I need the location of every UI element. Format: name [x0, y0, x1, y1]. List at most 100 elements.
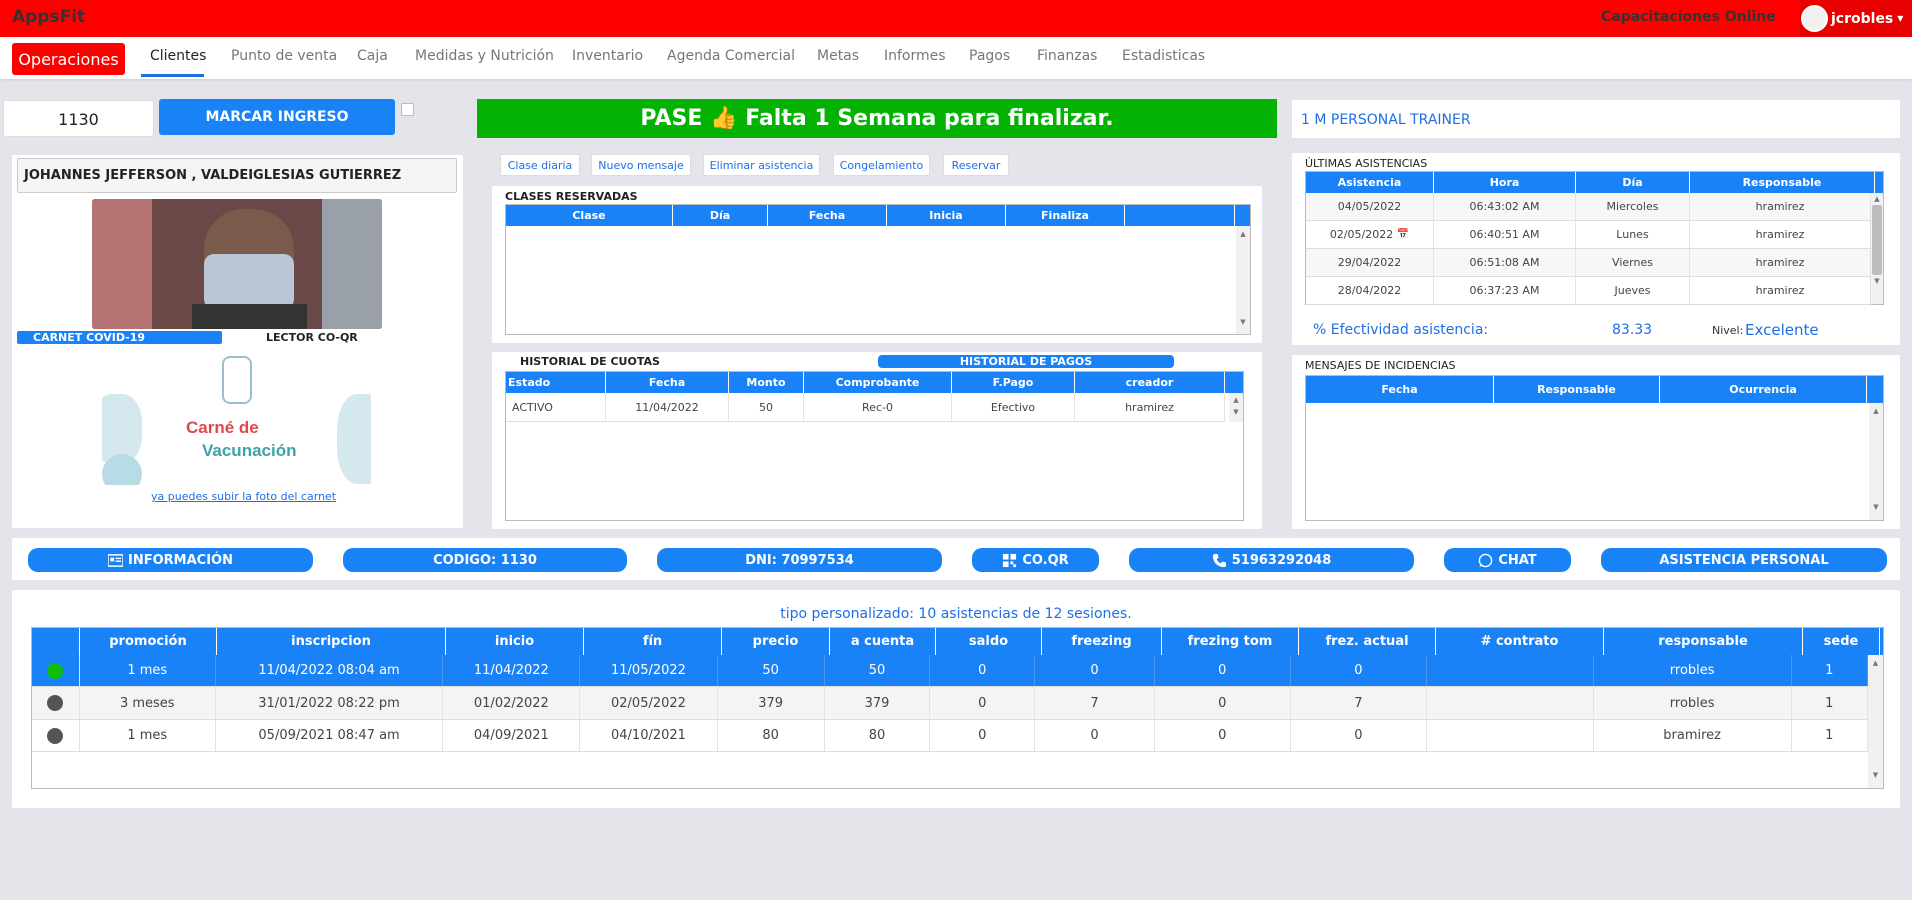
clases-scrollbar[interactable]: ▲ ▼ [1236, 226, 1250, 334]
incidencias-table: Fecha Responsable Ocurrencia ▲ ▼ [1305, 375, 1884, 521]
congelamiento-button[interactable]: Congelamiento [833, 154, 930, 176]
dni-button[interactable]: DNI: 70997534 [657, 548, 942, 572]
client-name: JOHANNES JEFFERSON , VALDEIGLESIAS GUTIE… [17, 158, 457, 193]
tab-punto-de-venta[interactable]: Punto de venta [231, 48, 337, 64]
cell-dia: Lunes [1576, 221, 1690, 248]
scroll-down-icon[interactable]: ▼ [1229, 408, 1243, 416]
cell-promocion: 1 mes [80, 655, 216, 686]
nuevo-mensaje-button[interactable]: Nuevo mensaje [591, 154, 691, 176]
chat-button[interactable]: CHAT [1444, 548, 1571, 572]
col-fecha: Fecha [606, 372, 729, 393]
id-card-icon [108, 553, 124, 567]
asistencias-scrollbar[interactable]: ▲ ▼ [1871, 193, 1883, 304]
cell-comprobante: Rec-0 [804, 393, 952, 421]
table-row[interactable]: 3 meses 31/01/2022 08:22 pm 01/02/2022 02/0… [32, 687, 1868, 720]
col-finaliza: Finaliza [1006, 205, 1125, 226]
scroll-down-icon[interactable]: ▼ [1869, 503, 1883, 511]
cell-saldo: 0 [930, 720, 1036, 751]
tab-medidas[interactable]: Medidas y Nutrición [415, 48, 554, 64]
carnet-covid-tab[interactable]: CARNET COVID-19 [17, 331, 222, 344]
cell-inscripcion: 05/09/2021 08:47 am [216, 720, 444, 751]
incidencias-title: MENSAJES DE INCIDENCIAS [1305, 359, 1456, 372]
col-responsable: Responsable [1494, 376, 1660, 403]
tab-caja[interactable]: Caja [357, 48, 388, 64]
cell-asistencia: 04/05/2022 [1306, 193, 1434, 220]
col-inscripcion: inscripcion [217, 628, 446, 655]
clase-diaria-button[interactable]: Clase diaria [500, 154, 580, 176]
table-row[interactable]: 1 mes 11/04/2022 08:04 am 11/04/2022 11/05/… [32, 655, 1868, 687]
app-brand[interactable]: AppsFit [12, 7, 85, 27]
telefono-label: 51963292048 [1231, 552, 1332, 568]
tab-agenda-comercial[interactable]: Agenda Comercial [667, 48, 795, 64]
cell-status [32, 720, 80, 751]
scroll-down-icon[interactable]: ▼ [1868, 771, 1883, 779]
tab-historial-cuotas[interactable]: HISTORIAL DE CUOTAS [520, 355, 660, 368]
calendar-icon[interactable]: 📅 [1397, 229, 1409, 240]
marcar-ingreso-button[interactable]: MARCAR INGRESO [159, 99, 395, 135]
col-asistencia: Asistencia [1306, 172, 1434, 193]
table-row[interactable]: 04/05/2022 06:43:02 AM Miercoles hramire… [1306, 193, 1871, 221]
active-tab-indicator [141, 74, 204, 77]
carnet-text-2: Vacunación [202, 441, 297, 460]
scroll-down-icon[interactable]: ▼ [1871, 277, 1883, 285]
cell-inscripcion: 11/04/2022 08:04 am [216, 655, 444, 686]
capacitaciones-link[interactable]: Capacitaciones Online [1601, 9, 1776, 25]
scroll-up-icon[interactable]: ▲ [1868, 659, 1883, 667]
cuotas-scrollbar[interactable]: ▲ ▼ [1229, 393, 1243, 422]
table-row[interactable]: 02/05/2022 📅 06:40:51 AM Lunes hramirez [1306, 221, 1871, 249]
client-photo[interactable] [92, 199, 382, 329]
col-inicia: Inicia [887, 205, 1006, 226]
lector-coqr-tab[interactable]: LECTOR CO-QR [266, 331, 358, 344]
tab-historial-pagos[interactable]: HISTORIAL DE PAGOS [878, 355, 1174, 368]
membresias-scrollbar[interactable]: ▲ ▼ [1868, 655, 1883, 788]
scroll-up-icon[interactable]: ▲ [1871, 195, 1883, 203]
cell-frezing-tom: 0 [1155, 687, 1291, 719]
col-fin: fín [584, 628, 722, 655]
table-row[interactable]: 28/04/2022 06:37:23 AM Jueves hramirez [1306, 277, 1871, 305]
col-status [32, 628, 80, 655]
scroll-up-icon[interactable]: ▲ [1236, 230, 1250, 238]
tab-estadisticas[interactable]: Estadisticas [1122, 48, 1205, 64]
codigo-button[interactable]: CODIGO: 1130 [343, 548, 627, 572]
client-id-input[interactable]: 1130 [3, 100, 154, 137]
col-frezing-tom: frezing tom [1162, 628, 1299, 655]
asistencia-date: 02/05/2022 [1329, 228, 1394, 241]
asistencia-personal-button[interactable]: ASISTENCIA PERSONAL [1601, 548, 1887, 572]
tab-inventario[interactable]: Inventario [572, 48, 643, 64]
carnet-vacunacion-image: Carné de Vacunación [102, 354, 371, 485]
tab-metas[interactable]: Metas [817, 48, 859, 64]
reservar-button[interactable]: Reservar [943, 154, 1009, 176]
scroll-up-icon[interactable]: ▲ [1869, 407, 1883, 415]
asistencias-title: ÚLTIMAS ASISTENCIAS [1305, 157, 1428, 170]
chat-label: CHAT [1498, 552, 1537, 568]
cell-precio: 50 [718, 655, 825, 686]
incidencias-scrollbar[interactable]: ▲ ▼ [1869, 403, 1883, 520]
cell-fecha: 11/04/2022 [606, 393, 729, 421]
table-row[interactable]: 1 mes 05/09/2021 08:47 am 04/09/2021 04/10/… [32, 720, 1868, 752]
scroll-thumb[interactable] [1872, 205, 1882, 275]
table-row[interactable]: 29/04/2022 06:51:08 AM Viernes hramirez [1306, 249, 1871, 277]
tab-clientes[interactable]: Clientes [150, 48, 206, 64]
eliminar-asistencia-button[interactable]: Eliminar asistencia [703, 154, 820, 176]
cell-asistencia: 28/04/2022 [1306, 277, 1434, 304]
tab-informes[interactable]: Informes [884, 48, 946, 64]
col-fecha: Fecha [1306, 376, 1494, 403]
operaciones-button[interactable]: Operaciones [12, 43, 125, 75]
ingreso-checkbox[interactable] [401, 103, 414, 116]
user-menu[interactable]: jcrobles ▼ [1800, 0, 1912, 37]
col-promocion: promoción [80, 628, 217, 655]
tab-pagos[interactable]: Pagos [969, 48, 1010, 64]
cell-precio: 80 [718, 720, 825, 751]
coqr-button[interactable]: CO.QR [972, 548, 1099, 572]
scroll-down-icon[interactable]: ▼ [1236, 318, 1250, 326]
upload-carnet-link[interactable]: ya puedes subir la foto del carnet [151, 490, 336, 503]
telefono-button[interactable]: 51963292048 [1129, 548, 1414, 572]
efectividad-label: % Efectividad asistencia: [1313, 322, 1489, 338]
table-row[interactable]: ACTIVO 11/04/2022 50 Rec-0 Efectivo hram… [506, 393, 1225, 422]
tab-finanzas[interactable]: Finanzas [1037, 48, 1097, 64]
scroll-up-icon[interactable]: ▲ [1229, 396, 1243, 404]
cell-freezing: 0 [1035, 720, 1155, 751]
cell-hora: 06:40:51 AM [1434, 221, 1576, 248]
cell-responsable: rrobles [1594, 655, 1792, 686]
informacion-button[interactable]: INFORMACIÓN [28, 548, 313, 572]
